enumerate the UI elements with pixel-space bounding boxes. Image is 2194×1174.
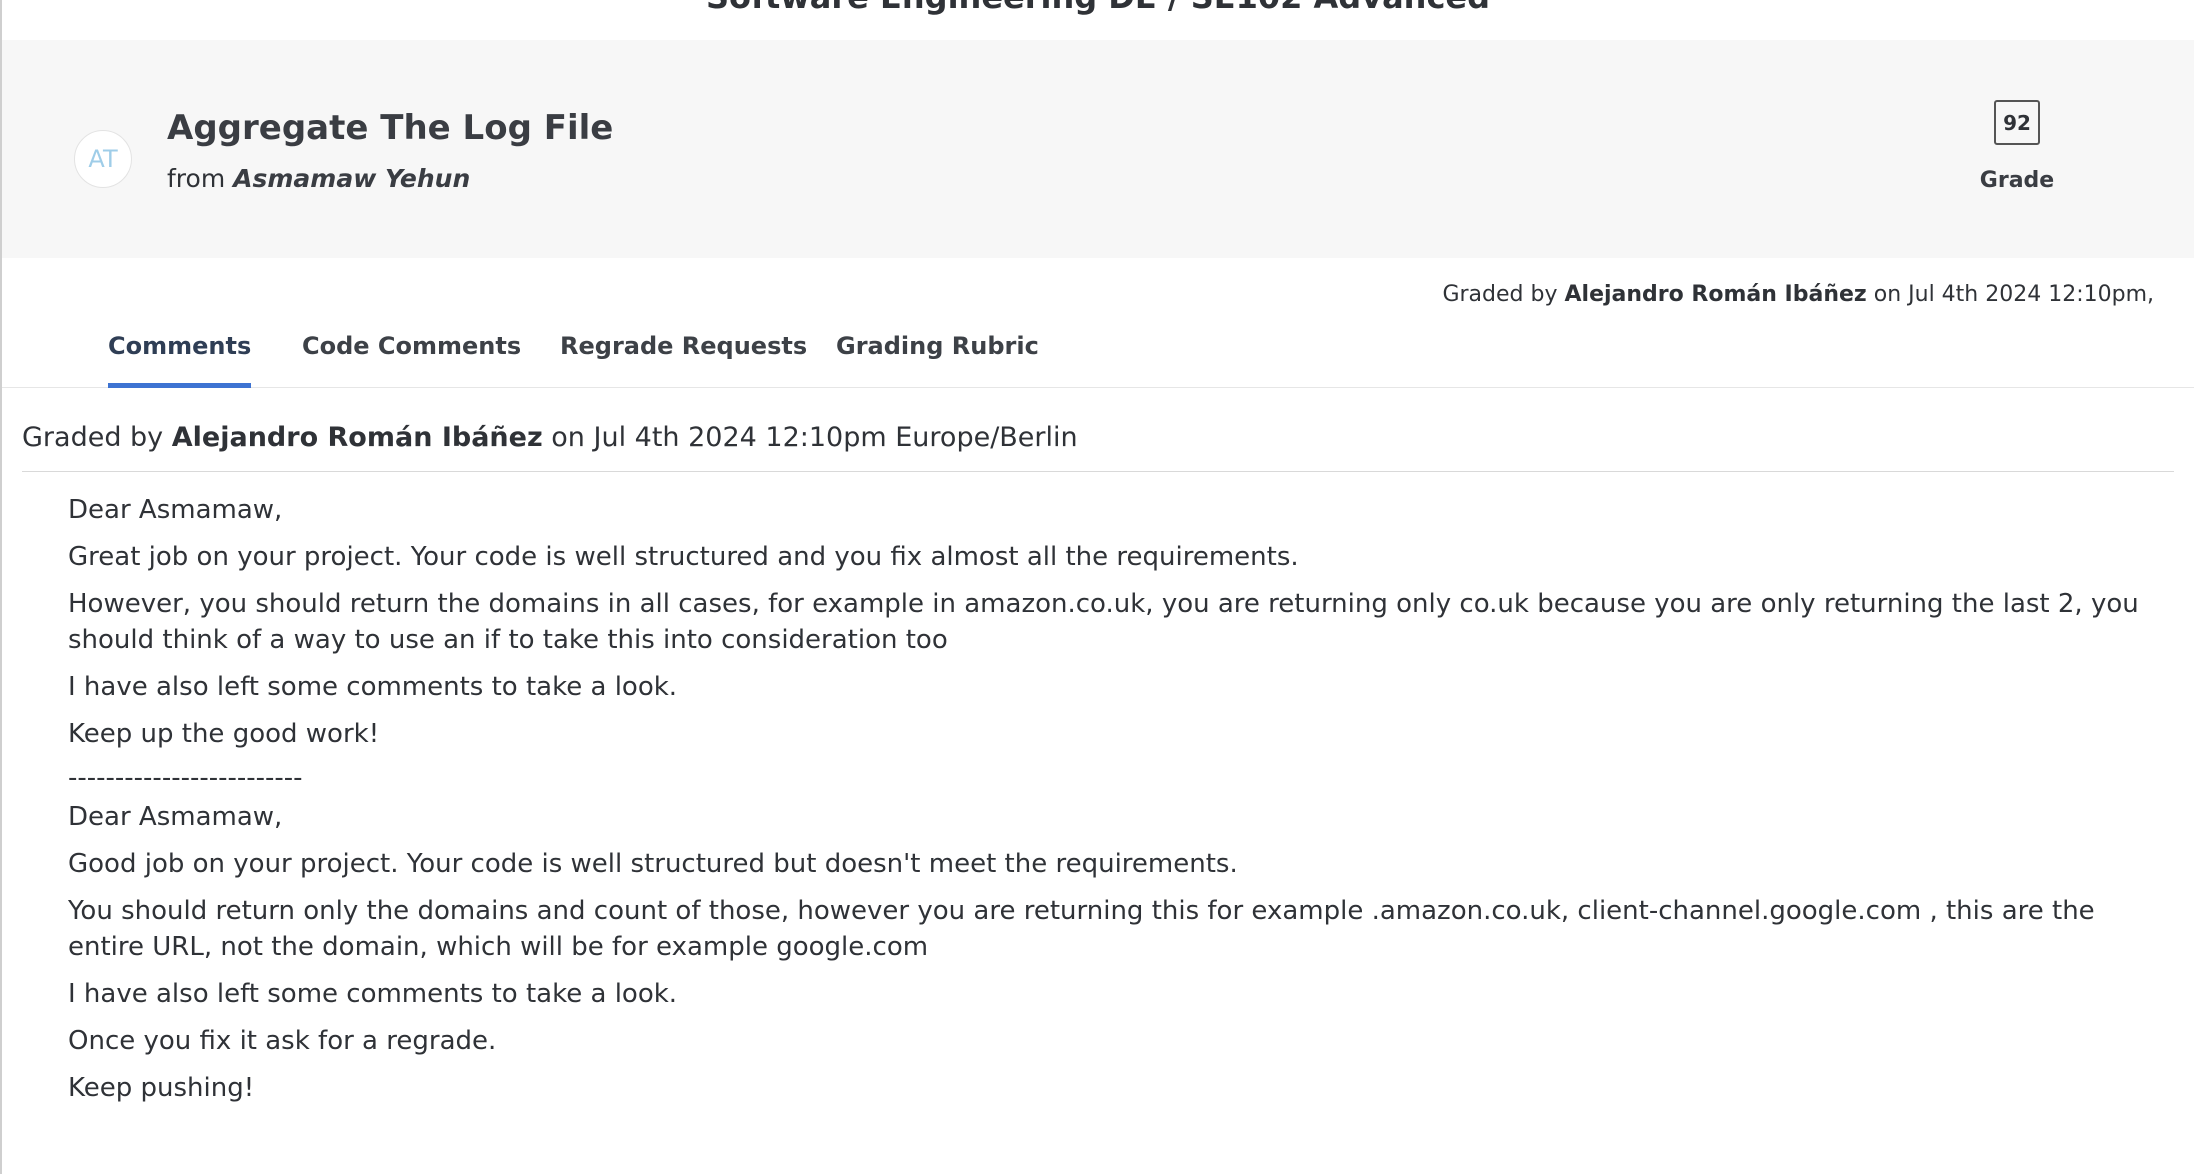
- avatar: AT: [74, 130, 132, 188]
- comment-graded-prefix: Graded by: [22, 422, 164, 453]
- course-title: Software Engineering DE / SE102 Advanced: [2, 0, 2194, 18]
- comment-paragraph: Dear Asmamaw,: [68, 802, 283, 832]
- comment-body: Dear Asmamaw, Great job on your project.…: [68, 492, 2158, 1117]
- comment-paragraph: Keep up the good work!: [68, 719, 380, 749]
- tab-regrade-requests[interactable]: Regrade Requests: [560, 332, 807, 388]
- comment-paragraph: Good job on your project. Your code is w…: [68, 849, 1238, 879]
- comment-separator: -------------------------: [68, 763, 303, 793]
- tab-comments[interactable]: Comments: [108, 332, 252, 388]
- comment-paragraph: Once you fix it ask for a regrade.: [68, 1026, 497, 1056]
- submission-author-line: from Asmamaw Yehun: [167, 164, 470, 193]
- comment-paragraph: You should return only the domains and c…: [68, 896, 2095, 962]
- page: Software Engineering DE / SE102 Advanced…: [0, 0, 2194, 1174]
- tab-bar: Comments Code Comments Regrade Requests …: [2, 320, 2194, 388]
- author-name: Asmamaw Yehun: [233, 164, 471, 193]
- comment-paragraph: Keep pushing!: [68, 1073, 255, 1103]
- grade-value: 92: [1994, 100, 2040, 145]
- submission-header: [2, 40, 2194, 258]
- divider: [22, 471, 2174, 472]
- tab-code-comments[interactable]: Code Comments: [302, 332, 521, 388]
- assignment-title: Aggregate The Log File: [167, 108, 614, 148]
- comment-graded-by: Graded by Alejandro Román Ibáñez on Jul …: [22, 422, 1078, 453]
- tab-grading-rubric[interactable]: Grading Rubric: [836, 332, 1039, 388]
- graded-by-prefix: Graded by: [1442, 282, 1558, 307]
- grade-label: Grade: [1979, 168, 2055, 193]
- from-label: from: [167, 164, 226, 193]
- comment-grader-name: Alejandro Román Ibáñez: [171, 422, 543, 453]
- comment-graded-date: on Jul 4th 2024 12:10pm Europe/Berlin: [551, 422, 1078, 453]
- graded-by-date: on Jul 4th 2024 12:10pm,: [1873, 282, 2154, 307]
- comment-paragraph: However, you should return the domains i…: [68, 589, 2139, 655]
- comment-paragraph: I have also left some comments to take a…: [68, 979, 678, 1009]
- graded-by-summary: Graded by Alejandro Román Ibáñez on Jul …: [1442, 282, 2154, 307]
- comment-paragraph: Great job on your project. Your code is …: [68, 542, 1299, 572]
- comment-paragraph: Dear Asmamaw,: [68, 495, 283, 525]
- grader-name: Alejandro Román Ibáñez: [1564, 282, 1867, 307]
- comment-paragraph: I have also left some comments to take a…: [68, 672, 678, 702]
